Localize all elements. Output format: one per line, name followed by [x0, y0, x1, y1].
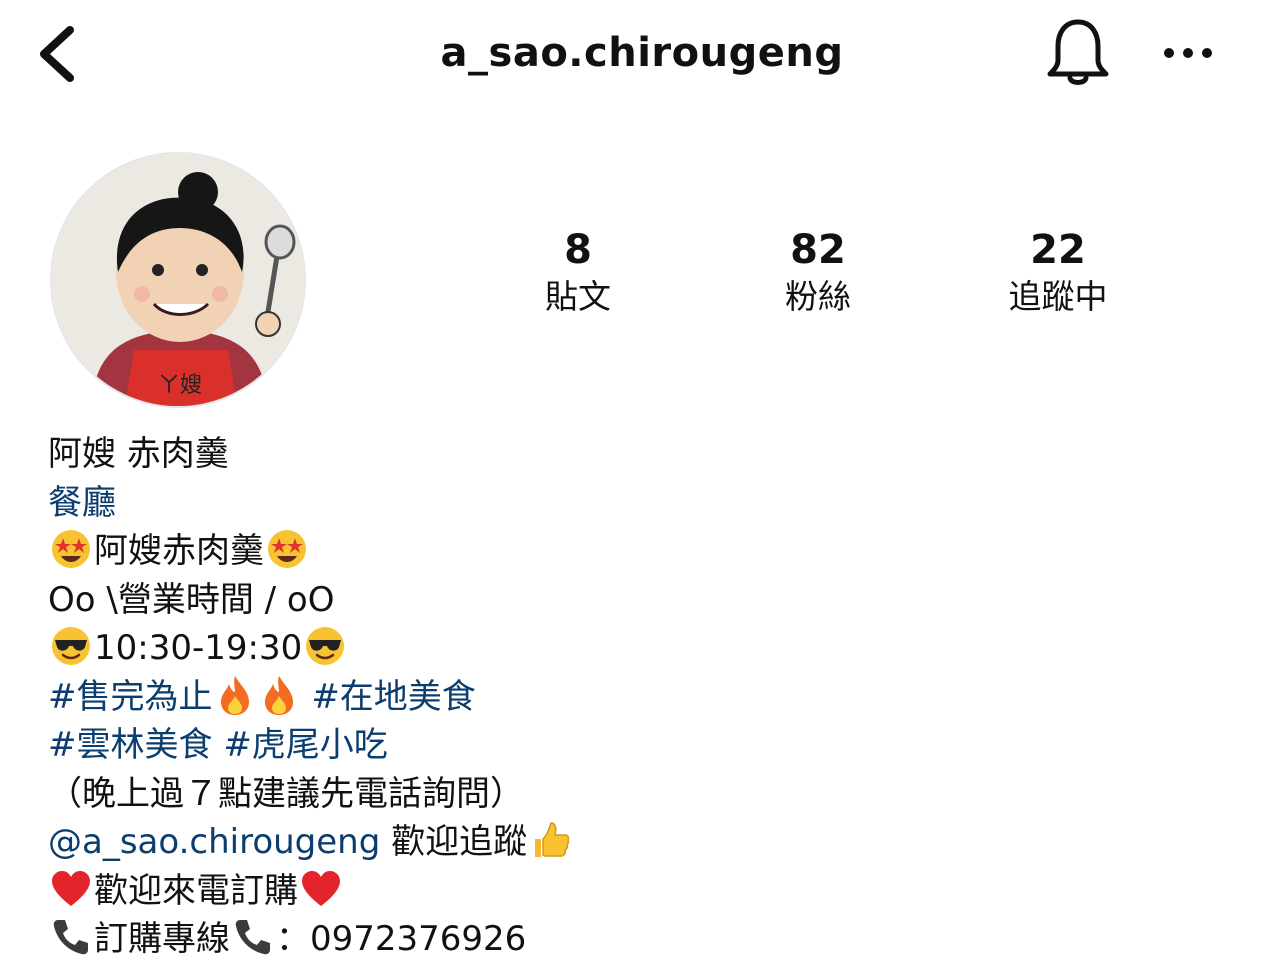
avatar-apron-text: ㄚ嫂: [158, 373, 202, 398]
fire-emoji-icon: [259, 674, 299, 716]
avatar-illustration: ㄚ嫂: [52, 154, 304, 406]
star-struck-emoji-icon: [50, 528, 92, 570]
fire-emoji-icon: [215, 674, 255, 716]
profile-bio: 阿嫂 赤肉羹 餐廳 阿嫂赤肉羹 Oo \營業時間 / oO 10:30-19:3…: [48, 430, 1248, 964]
following-count-value: 22: [1030, 227, 1086, 273]
bio-order-line: 歡迎來電訂購: [48, 867, 1248, 916]
bio-phone-label: 訂購專線: [94, 919, 230, 959]
bio-mention-line: @a_sao.chirougeng 歡迎追蹤: [48, 818, 1248, 867]
top-bar: a_sao.chirougeng: [0, 0, 1284, 110]
followers-count[interactable]: 82 粉絲: [708, 228, 928, 322]
thumbs-up-emoji-icon: [529, 819, 571, 861]
red-heart-emoji-icon: [50, 868, 92, 910]
posts-count[interactable]: 8 貼文: [468, 228, 688, 322]
notifications-button[interactable]: [1044, 16, 1112, 90]
bio-hashtags-line-2: #雲林美食 #虎尾小吃: [48, 721, 1248, 770]
bio-hashtags-line-1: #售完為止 #在地美食: [48, 673, 1248, 722]
hashtag-link[interactable]: #雲林美食: [48, 725, 213, 765]
posts-count-value: 8: [564, 227, 592, 273]
red-heart-emoji-icon: [300, 868, 342, 910]
followers-count-value: 82: [790, 227, 846, 273]
phone-number-link[interactable]: ：0972376926: [276, 919, 526, 959]
bio-hours-heading: Oo \營業時間 / oO: [48, 579, 335, 620]
sunglasses-emoji-icon: [304, 625, 346, 667]
mention-suffix-text: 歡迎追蹤: [380, 822, 528, 862]
profile-category: 餐廳: [48, 482, 116, 523]
profile-avatar[interactable]: ㄚ嫂: [50, 152, 306, 408]
bio-order-text: 歡迎來電訂購: [94, 870, 298, 911]
posts-count-label: 貼文: [545, 277, 611, 316]
bio-title-text: 阿嫂赤肉羹: [94, 531, 264, 571]
following-count[interactable]: 22 追蹤中: [948, 228, 1168, 322]
bio-phone-line: 訂購專線 ：0972376926: [48, 915, 1248, 964]
bio-note: （晚上過７點建議先電話詢問）: [48, 773, 524, 814]
more-horizontal-icon: [1164, 48, 1212, 58]
bio-line-title: 阿嫂赤肉羹: [48, 527, 1248, 576]
bio-hours-text: 10:30-19:30: [94, 628, 303, 668]
bio-hours-line: 10:30-19:30: [48, 624, 1248, 673]
following-count-label: 追蹤中: [1008, 277, 1108, 316]
mention-link[interactable]: @a_sao.chirougeng: [48, 822, 380, 862]
sunglasses-emoji-icon: [50, 625, 92, 667]
telephone-receiver-emoji-icon: [232, 916, 274, 958]
hashtag-link[interactable]: #虎尾小吃: [223, 725, 388, 765]
profile-name: 阿嫂 赤肉羹: [48, 434, 229, 474]
followers-count-label: 粉絲: [785, 277, 851, 316]
hashtag-link[interactable]: #售完為止: [48, 677, 213, 717]
more-options-button[interactable]: [1160, 38, 1216, 68]
bell-icon: [1047, 19, 1109, 85]
hashtag-link[interactable]: #在地美食: [311, 677, 476, 717]
telephone-receiver-emoji-icon: [50, 916, 92, 958]
star-struck-emoji-icon: [266, 528, 308, 570]
